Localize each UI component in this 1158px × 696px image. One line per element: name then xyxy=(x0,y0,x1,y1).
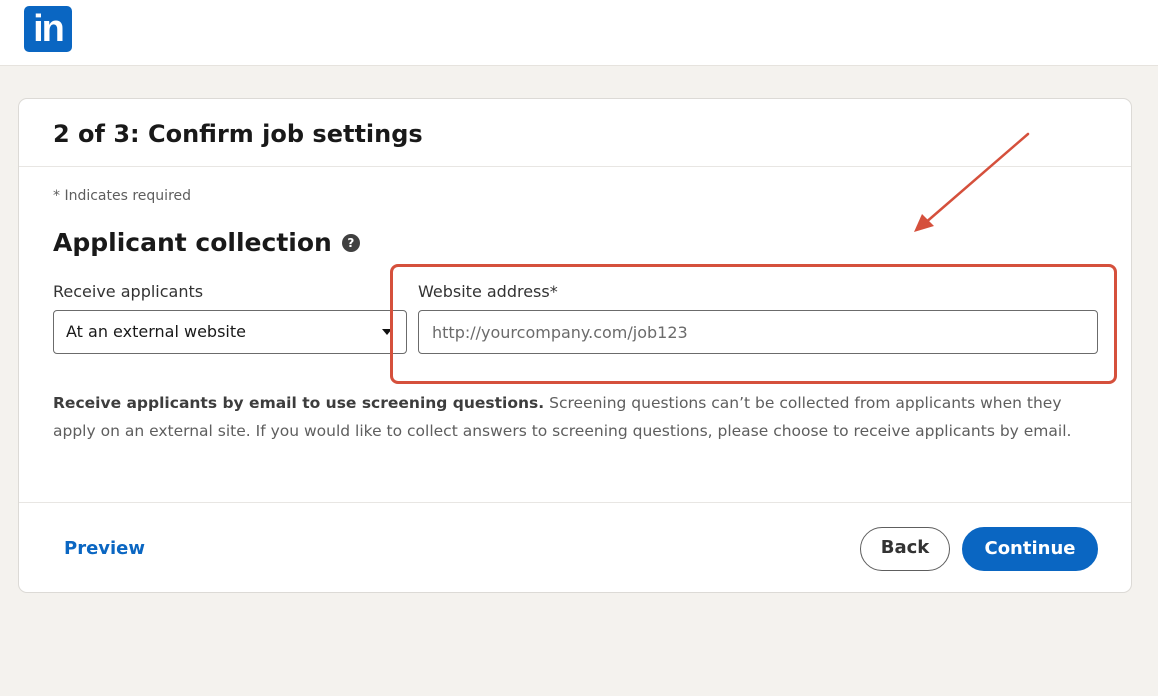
website-address-label: Website address* xyxy=(418,282,558,301)
footer-divider xyxy=(19,502,1131,503)
screening-info-text: Receive applicants by email to use scree… xyxy=(53,390,1083,445)
top-bar: in xyxy=(0,0,1158,66)
website-address-input[interactable] xyxy=(418,310,1098,354)
caret-down-icon xyxy=(382,329,392,335)
receive-applicants-label: Receive applicants xyxy=(53,282,204,301)
preview-link[interactable]: Preview xyxy=(64,538,145,559)
job-settings-card: 2 of 3: Confirm job settings * Indicates… xyxy=(18,98,1132,593)
linkedin-logo[interactable]: in xyxy=(24,6,72,52)
help-icon[interactable]: ? xyxy=(341,233,360,252)
section-title: Applicant collection ? xyxy=(53,228,360,257)
back-button[interactable]: Back xyxy=(860,527,950,571)
receive-applicants-value: At an external website xyxy=(66,322,246,341)
receive-applicants-select[interactable]: At an external website xyxy=(53,310,407,354)
screening-info-bold: Receive applicants by email to use scree… xyxy=(53,394,545,412)
continue-button[interactable]: Continue xyxy=(962,527,1098,571)
card-header: 2 of 3: Confirm job settings xyxy=(19,99,1131,167)
section-title-text: Applicant collection xyxy=(53,228,332,257)
required-note: * Indicates required xyxy=(53,188,192,204)
page-title: 2 of 3: Confirm job settings xyxy=(53,120,423,148)
